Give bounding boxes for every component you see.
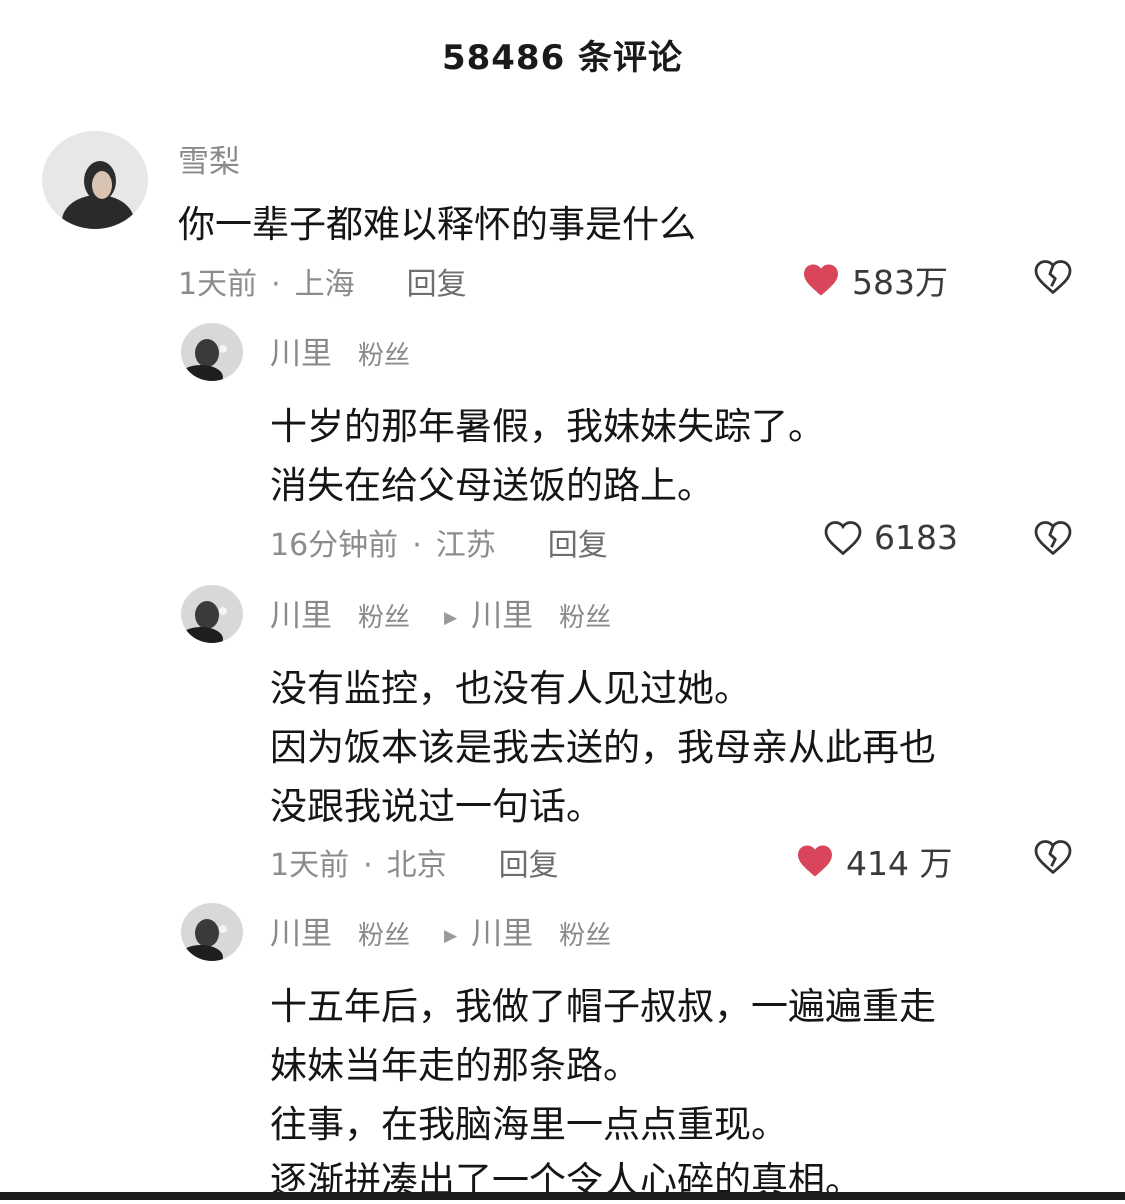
avatar[interactable]	[181, 903, 243, 961]
reply-to-username[interactable]: 川里	[471, 916, 533, 952]
like-count: 6183	[874, 518, 958, 557]
dislike-button[interactable]	[1034, 260, 1072, 298]
heart-outline-icon	[824, 520, 862, 555]
comment-time: 1天前	[178, 267, 258, 302]
comment-text-line: 妹妹当年走的那条路。	[270, 1044, 640, 1087]
heart-filled-icon	[798, 845, 832, 877]
comment-meta: 1天前 · 北京 回复	[270, 848, 559, 883]
comment-meta: 1天前 · 上海 回复	[178, 267, 467, 302]
comment-text-line: 十岁的那年暑假，我妹妹失踪了。	[270, 405, 825, 448]
reply-arrow-icon: ▶	[444, 926, 458, 946]
comment-location: 江苏	[435, 528, 496, 563]
heart-filled-icon	[804, 264, 838, 296]
comment-text-line: 消失在给父母送饭的路上。	[270, 464, 714, 507]
reply-button[interactable]: 回复	[548, 528, 608, 563]
avatar[interactable]	[181, 585, 243, 643]
like-button[interactable]: 6183	[824, 518, 958, 557]
dislike-button[interactable]	[1034, 840, 1072, 878]
avatar[interactable]	[181, 323, 243, 381]
comment-time: 1天前	[270, 848, 350, 883]
fan-badge: 粉丝	[358, 603, 411, 633]
reply-username[interactable]: 川里	[270, 598, 332, 634]
fan-badge: 粉丝	[559, 921, 612, 951]
fan-badge: 粉丝	[358, 341, 411, 371]
reply-to-username[interactable]: 川里	[471, 598, 533, 634]
comment-time: 16分钟前	[270, 528, 399, 563]
reply-arrow-icon: ▶	[444, 608, 458, 628]
like-count: 583万	[852, 263, 948, 302]
comment-text-line: 往事，在我脑海里一点点重现。	[270, 1103, 788, 1146]
reply-username[interactable]: 川里	[270, 336, 332, 372]
comment-text-line: 你一辈子都难以释怀的事是什么	[178, 203, 696, 246]
fan-badge: 粉丝	[358, 921, 411, 951]
avatar[interactable]	[42, 131, 148, 229]
reply-username-row: 川里 粉丝 ▶ 川里 粉丝	[270, 590, 611, 635]
comment-location: 北京	[386, 848, 447, 883]
like-button[interactable]: 583万	[802, 256, 948, 304]
reply-username-row: 川里 粉丝 ▶ 川里 粉丝	[270, 908, 611, 953]
avatar-image	[181, 585, 243, 643]
fan-badge: 粉丝	[559, 603, 612, 633]
broken-heart-icon	[1034, 521, 1072, 555]
reply-username-row: 川里 粉丝	[270, 328, 410, 373]
comment-meta: 16分钟前 · 江苏 回复	[270, 528, 608, 563]
broken-heart-icon	[1034, 260, 1072, 294]
comment-text-line: 没有监控，也没有人见过她。	[270, 667, 751, 710]
avatar-image	[181, 903, 243, 961]
reply-button[interactable]: 回复	[407, 267, 467, 302]
comment-username[interactable]: 雪梨	[178, 136, 240, 181]
comment-count-title: 58486 条评论	[441, 38, 684, 78]
reply-button[interactable]: 回复	[499, 848, 559, 883]
avatar-image	[42, 131, 148, 229]
like-count: 414 万	[846, 844, 953, 883]
bottom-edge-bar	[0, 1192, 1125, 1200]
dislike-button[interactable]	[1034, 521, 1072, 559]
comment-text-line: 因为饭本该是我去送的，我母亲从此再也	[270, 726, 936, 769]
comment-location: 上海	[294, 267, 355, 302]
reply-username[interactable]: 川里	[270, 916, 332, 952]
comment-text-line: 没跟我说过一句话。	[270, 785, 603, 828]
avatar-image	[181, 323, 243, 381]
broken-heart-icon	[1034, 840, 1072, 874]
like-button[interactable]: 414 万	[796, 837, 952, 885]
comment-text-line: 十五年后，我做了帽子叔叔，一遍遍重走	[270, 985, 936, 1028]
